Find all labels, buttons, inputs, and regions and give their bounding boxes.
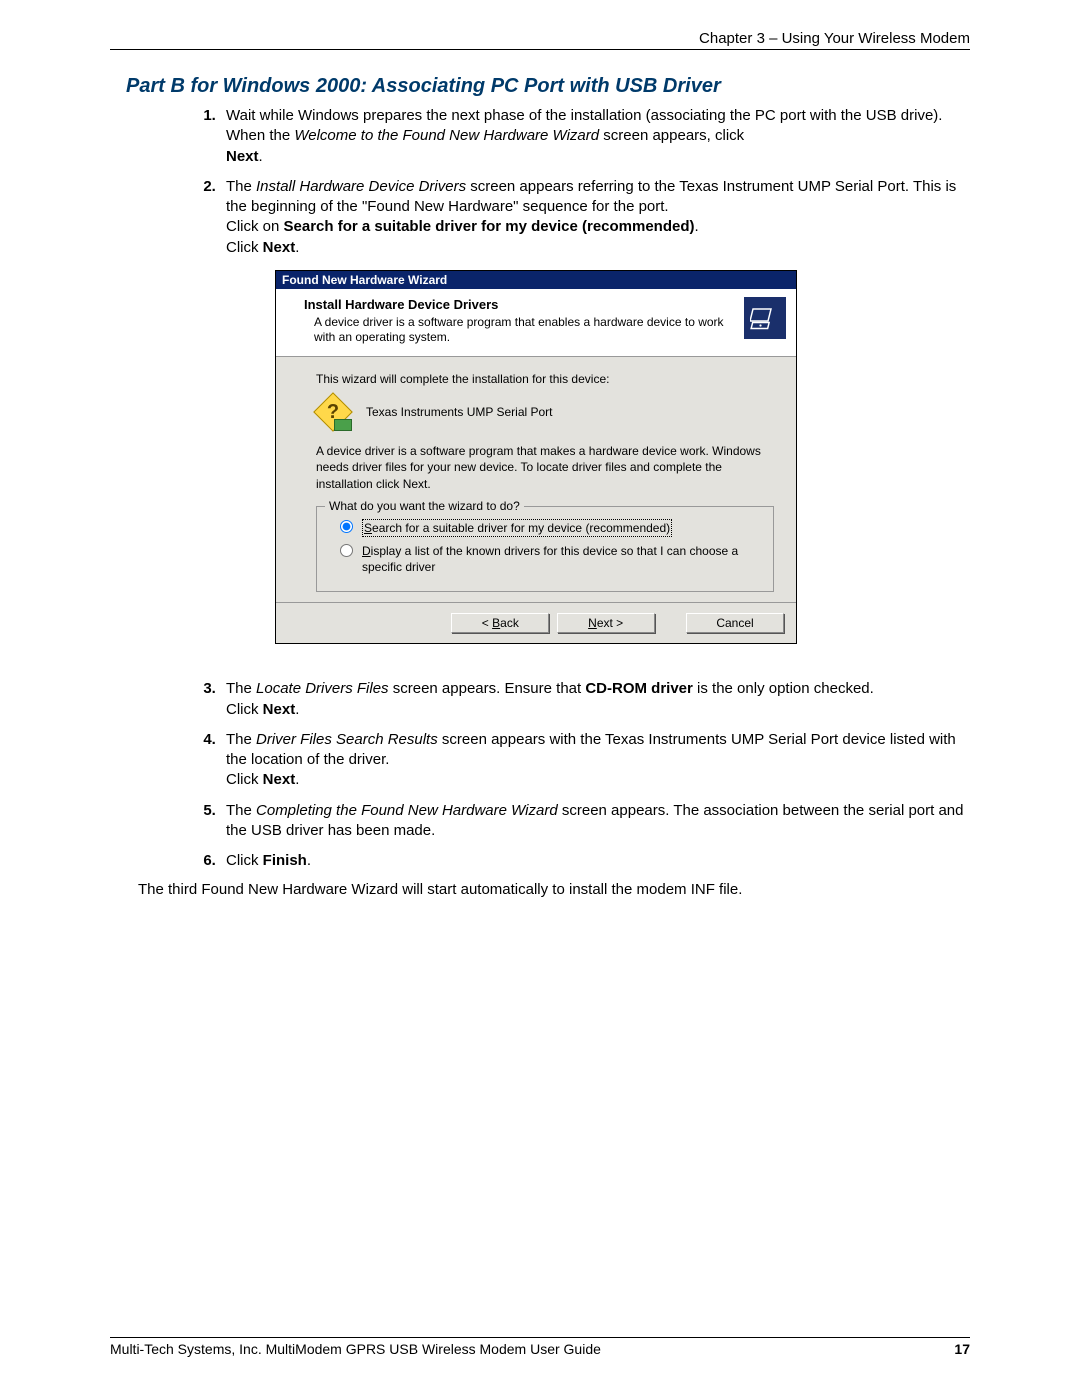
text: The xyxy=(226,731,256,748)
t: N xyxy=(588,616,597,630)
page-footer: Multi-Tech Systems, Inc. MultiModem GPRS… xyxy=(110,1337,970,1357)
next-button[interactable]: Next > xyxy=(557,613,655,633)
steps-list: Wait while Windows prepares the next pha… xyxy=(220,106,970,258)
text-ital: Completing the Found New Hardware Wizard xyxy=(256,802,558,819)
wizard-titlebar: Found New Hardware Wizard xyxy=(276,271,796,289)
text: screen appears, click xyxy=(599,127,744,144)
wizard-dialog: Found New Hardware Wizard Install Hardwa… xyxy=(275,270,797,645)
step-3: The Locate Drivers Files screen appears.… xyxy=(220,679,970,720)
wizard-header: Install Hardware Device Drivers A device… xyxy=(276,289,796,357)
question-device-icon: ? xyxy=(316,395,350,429)
text-ital: Locate Drivers Files xyxy=(256,680,389,697)
text: . xyxy=(295,771,299,788)
text: screen appears. Ensure that xyxy=(389,680,586,697)
step-2: The Install Hardware Device Drivers scre… xyxy=(220,177,970,258)
hardware-icon xyxy=(744,297,786,339)
page-header: Chapter 3 – Using Your Wireless Modem xyxy=(110,30,970,50)
option-display-list[interactable]: Display a list of the known drivers for … xyxy=(335,543,763,575)
step-1: Wait while Windows prepares the next pha… xyxy=(220,106,970,167)
text: is the only option checked. xyxy=(693,680,874,697)
section-title: Part B for Windows 2000: Associating PC … xyxy=(126,75,970,98)
option-search-driver[interactable]: Search for a suitable driver for my devi… xyxy=(335,519,763,537)
text: The xyxy=(226,802,256,819)
wizard-footer: < Back Next > Cancel xyxy=(276,602,796,643)
text: Click xyxy=(226,701,263,718)
wizard-device-name: Texas Instruments UMP Serial Port xyxy=(366,404,553,420)
text-bold: CD-ROM driver xyxy=(585,680,693,697)
wizard-group-legend: What do you want the wizard to do? xyxy=(325,498,524,514)
cancel-button[interactable]: Cancel xyxy=(686,613,784,633)
text-ital: Welcome to the Found New Hardware Wizard xyxy=(294,127,599,144)
wizard-explain: A device driver is a software program th… xyxy=(316,443,774,492)
text: Click on xyxy=(226,218,284,235)
text: The xyxy=(226,680,256,697)
radio-display[interactable] xyxy=(340,544,353,557)
text: The xyxy=(226,178,256,195)
back-button[interactable]: < Back xyxy=(451,613,549,633)
text: Click xyxy=(226,239,263,256)
text: . xyxy=(695,218,699,235)
t: < xyxy=(482,616,492,630)
text: . xyxy=(295,239,299,256)
text: Click xyxy=(226,852,263,869)
text-bold: Next xyxy=(263,771,296,788)
closing-paragraph: The third Found New Hardware Wizard will… xyxy=(138,881,970,898)
text: Click xyxy=(226,771,263,788)
text: . xyxy=(307,852,311,869)
step-5: The Completing the Found New Hardware Wi… xyxy=(220,801,970,842)
text-bold: Next xyxy=(226,148,259,165)
opt2-label: isplay a list of the known drivers for t… xyxy=(362,544,738,574)
wizard-header-title: Install Hardware Device Drivers xyxy=(304,297,734,312)
t: ack xyxy=(500,616,519,630)
t: B xyxy=(492,616,500,630)
wizard-intro: This wizard will complete the installati… xyxy=(316,371,774,387)
opt1-accel: S xyxy=(364,521,372,535)
wizard-body: This wizard will complete the installati… xyxy=(276,357,796,602)
text-bold: Next xyxy=(263,701,296,718)
text-bold: Search for a suitable driver for my devi… xyxy=(284,218,695,235)
opt1-label: earch for a suitable driver for my devic… xyxy=(372,521,670,535)
step-6: Click Finish. xyxy=(220,851,970,871)
text-ital: Install Hardware Device Drivers xyxy=(256,178,466,195)
radio-search[interactable] xyxy=(340,520,353,533)
footer-text: Multi-Tech Systems, Inc. MultiModem GPRS… xyxy=(110,1341,601,1357)
text: . xyxy=(259,148,263,165)
wizard-header-subtitle: A device driver is a software program th… xyxy=(314,315,734,346)
t: ext > xyxy=(597,616,623,630)
step-4: The Driver Files Search Results screen a… xyxy=(220,730,970,791)
opt2-accel: D xyxy=(362,544,371,558)
text: . xyxy=(295,701,299,718)
text-bold: Next xyxy=(263,239,296,256)
text-ital: Driver Files Search Results xyxy=(256,731,438,748)
steps-list-cont: The Locate Drivers Files screen appears.… xyxy=(220,679,970,871)
page-number: 17 xyxy=(954,1341,970,1357)
text-bold: Finish xyxy=(263,852,307,869)
